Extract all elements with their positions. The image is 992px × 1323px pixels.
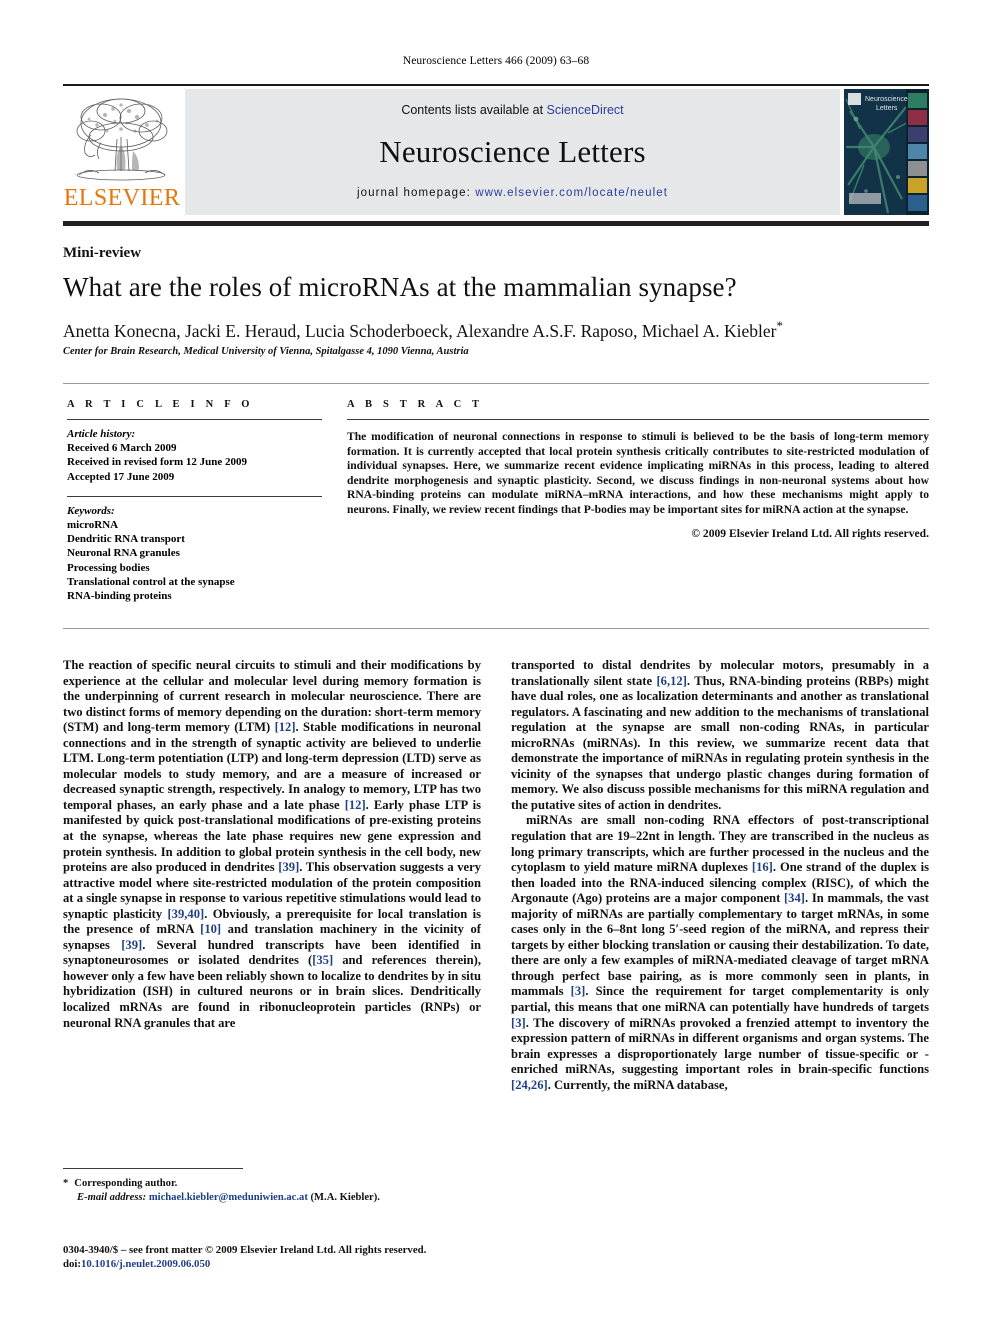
citation-reference[interactable]: [39] <box>278 860 299 874</box>
article-history-block: Article history: Received 6 March 2009 R… <box>67 427 322 484</box>
article-type-label: Mini-review <box>63 245 142 261</box>
author-list: Anetta Konecna, Jacki E. Heraud, Lucia S… <box>63 318 929 342</box>
citation-reference[interactable]: [3] <box>571 984 586 998</box>
masthead-center-panel: Contents lists available at ScienceDirec… <box>185 89 840 215</box>
keywords-heading: Keywords: <box>67 504 115 517</box>
body-text: The reaction of specific neural circuits… <box>63 658 482 1030</box>
email-link[interactable]: michael.kiebler@meduniwien.ac.at <box>149 1192 308 1203</box>
elsevier-tree-icon <box>76 98 168 181</box>
body-column-right: transported to distal dendrites by molec… <box>511 658 929 1093</box>
masthead-top-rule <box>63 84 929 86</box>
footnote-rule <box>63 1168 243 1169</box>
citation-reference[interactable]: [34] <box>784 891 805 905</box>
article-info-column: A R T I C L E I N F O Article history: R… <box>67 399 322 603</box>
author-names: Anetta Konecna, Jacki E. Heraud, Lucia S… <box>63 320 777 341</box>
citation-reference[interactable]: [10] <box>200 922 221 936</box>
affiliation: Center for Brain Research, Medical Unive… <box>63 346 469 357</box>
journal-masthead: ELSEVIER Contents lists available at Sci… <box>63 89 929 215</box>
info-band-top-rule <box>63 383 929 384</box>
corresponding-author-marker: * <box>776 318 783 333</box>
abstract-divider <box>347 419 929 420</box>
sciencedirect-link[interactable]: ScienceDirect <box>547 103 624 117</box>
history-item: Received in revised form 12 June 2009 <box>67 456 248 469</box>
citation-reference[interactable]: [35] <box>312 953 333 967</box>
journal-title: Neuroscience Letters <box>379 134 646 169</box>
homepage-prefix: journal homepage: <box>356 187 476 199</box>
journal-homepage-link[interactable]: www.elsevier.com/locate/neulet <box>475 187 668 199</box>
abstract-copyright: © 2009 Elsevier Ireland Ltd. All rights … <box>691 526 929 540</box>
journal-cover-thumbnail: Neuroscience Letters <box>844 89 929 215</box>
info-band-bottom-rule <box>63 628 929 629</box>
citation-reference[interactable]: [6,12] <box>656 674 686 688</box>
doi-line: doi:10.1016/j.neulet.2009.06.050 <box>63 1257 493 1271</box>
keyword-item: Dendritic RNA transport <box>67 533 185 546</box>
email-line: E-mail address: michael.kiebler@meduniwi… <box>63 1191 481 1205</box>
keyword-item: Translational control at the synapse <box>67 575 235 588</box>
cover-artwork-icon: Neuroscience Letters <box>844 89 929 215</box>
email-suffix: (M.A. Kiebler). <box>310 1191 380 1203</box>
body-paragraph: transported to distal dendrites by molec… <box>511 658 929 813</box>
corresponding-author-footnote: * Corresponding author. E-mail address: m… <box>63 1177 481 1204</box>
corresponding-author-text: Corresponding author. <box>74 1178 178 1189</box>
citation-reference[interactable]: [39] <box>121 938 142 952</box>
history-item: Received 6 March 2009 <box>67 442 177 455</box>
front-matter-block: 0304-3940/$ – see front matter © 2009 El… <box>63 1243 493 1271</box>
contents-prefix: Contents lists available at <box>401 103 547 117</box>
citation-reference[interactable]: [12] <box>345 798 366 812</box>
issn-copyright-line: 0304-3940/$ – see front matter © 2009 El… <box>63 1244 427 1256</box>
citation-reference[interactable]: [24,26] <box>511 1078 548 1092</box>
abstract-text: The modification of neuronal connections… <box>347 430 929 516</box>
article-history-heading: Article history: <box>67 428 136 440</box>
doi-link[interactable]: 10.1016/j.neulet.2009.06.050 <box>81 1258 210 1270</box>
keywords-divider <box>67 495 322 497</box>
footnote-marker: * <box>63 1178 69 1189</box>
article-info-heading: A R T I C L E I N F O <box>67 399 254 410</box>
keyword-item: RNA-binding proteins <box>67 590 172 603</box>
body-text: transported to distal dendrites by molec… <box>511 658 929 812</box>
elsevier-wordmark: ELSEVIER <box>63 185 181 211</box>
body-paragraph: The reaction of specific neural circuits… <box>63 658 481 1031</box>
abstract-heading: A B S T R A C T <box>347 399 484 410</box>
history-item: Accepted 17 June 2009 <box>67 470 175 483</box>
abstract-column: A B S T R A C T The modification of neur… <box>347 399 929 540</box>
citation-reference[interactable]: [12] <box>275 720 296 734</box>
running-head: Neuroscience Letters 466 (2009) 63–68 <box>402 55 590 67</box>
keyword-item: Neuronal RNA granules <box>67 547 180 560</box>
svg-text:Letters: Letters <box>876 105 898 112</box>
body-paragraph: miRNAs are small non-coding RNA effector… <box>511 813 929 1093</box>
citation-reference[interactable]: [16] <box>752 860 773 874</box>
masthead-bottom-rule <box>63 221 929 226</box>
contents-available-line: Contents lists available at ScienceDirec… <box>185 103 840 117</box>
article-info-divider <box>67 419 322 420</box>
keyword-item: microRNA <box>67 519 119 532</box>
body-column-left: The reaction of specific neural circuits… <box>63 658 481 1031</box>
journal-article-page: Neuroscience Letters 466 (2009) 63–68 EL… <box>0 0 992 1323</box>
keyword-item: Processing bodies <box>67 561 150 574</box>
doi-label: doi: <box>63 1258 81 1270</box>
citation-reference[interactable]: [3] <box>511 1016 526 1030</box>
email-label: E-mail address: <box>77 1191 147 1203</box>
journal-homepage-line: journal homepage: www.elsevier.com/locat… <box>185 187 840 199</box>
elsevier-logo: ELSEVIER <box>63 89 181 215</box>
svg-text:Neuroscience: Neuroscience <box>865 96 908 103</box>
body-text: miRNAs are small non-coding RNA effector… <box>511 813 930 1092</box>
keywords-block: Keywords: microRNA Dendritic RNA transpo… <box>67 504 322 603</box>
citation-reference[interactable]: [39,40] <box>167 907 204 921</box>
page-title: What are the roles of microRNAs at the m… <box>63 272 737 302</box>
